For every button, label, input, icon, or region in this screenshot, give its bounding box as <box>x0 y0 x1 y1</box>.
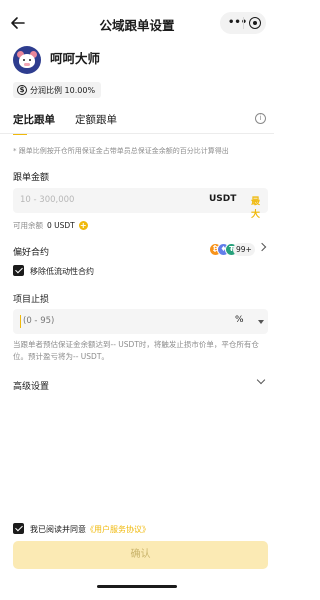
trader-name: 呵呵大师 <box>50 51 101 66</box>
agreement-checkbox[interactable] <box>13 523 24 534</box>
text-cursor <box>20 315 21 328</box>
pill-divider <box>243 17 244 29</box>
avatar-eye-right <box>29 59 31 61</box>
available-value: 0 USDT <box>47 221 75 230</box>
remove-low-liquidity-label: 移除低流动性合约 <box>30 267 94 276</box>
contracts-count: 99+ <box>233 243 255 256</box>
caret-down-icon[interactable] <box>258 320 264 324</box>
max-button[interactable]: 最大 <box>251 194 268 220</box>
preferred-contracts-label: 偏好合约 <box>13 248 50 258</box>
amount-placeholder: 10 - 300,000 <box>20 195 75 205</box>
tab-ratio-copy[interactable]: 定比跟单 <box>13 112 55 127</box>
stop-loss-input[interactable]: (0 - 95) % <box>13 309 268 334</box>
avatar-nose <box>24 63 30 66</box>
available-balance: 可用余额 0 USDT + <box>13 220 88 231</box>
more-dots-icon[interactable]: ••• <box>228 16 247 30</box>
info-icon[interactable]: i <box>255 113 266 124</box>
chevron-right-icon[interactable] <box>257 242 267 252</box>
avatar-eye-left <box>23 59 25 61</box>
home-indicator <box>97 585 177 588</box>
confirm-button[interactable]: 确认 <box>13 541 268 569</box>
amount-label: 跟单金额 <box>13 173 50 183</box>
tab-fixed-copy[interactable]: 定额跟单 <box>75 112 117 127</box>
remove-low-liquidity-checkbox[interactable] <box>13 265 24 276</box>
stop-loss-description: 当跟单者预估保证金余额达到-- USDT时，将触发止损市价单，平仓所有仓位。预计… <box>13 340 259 361</box>
header: 公域跟单设置 ••• <box>0 12 274 36</box>
stop-loss-placeholder: (0 - 95) <box>23 316 55 326</box>
profit-share-text: 分润比例 10.00% <box>30 85 96 95</box>
stop-loss-label: 项目止损 <box>13 295 50 305</box>
amount-unit: USDT <box>209 194 237 204</box>
amount-input[interactable]: 10 - 300,000 USDT 最大 <box>13 188 268 220</box>
target-icon[interactable] <box>249 17 261 29</box>
ratio-note: * 跟单比例按开仓所用保证金占带单员总保证金余额的百分比计算得出 <box>13 147 229 155</box>
profit-share-badge: $ 分润比例 10.00% <box>13 82 102 98</box>
stop-loss-unit[interactable]: % <box>235 315 244 325</box>
agreement-text: 我已阅读并同意《用户服务协议》 <box>30 524 150 535</box>
avatar <box>13 46 41 74</box>
available-label: 可用余额 <box>13 221 43 230</box>
copy-mode-tabs: 定比跟单 定额跟单 i <box>0 112 274 135</box>
user-agreement-link[interactable]: 《用户服务协议》 <box>86 525 150 534</box>
tab-divider <box>0 133 274 134</box>
advanced-settings-label[interactable]: 高级设置 <box>13 379 49 392</box>
add-funds-icon[interactable]: + <box>78 221 88 230</box>
agreement-prefix: 我已阅读并同意 <box>30 525 86 534</box>
dollar-coin-icon: $ <box>17 85 27 95</box>
more-actions-pill: ••• <box>220 12 266 34</box>
chevron-down-icon[interactable] <box>256 375 266 385</box>
